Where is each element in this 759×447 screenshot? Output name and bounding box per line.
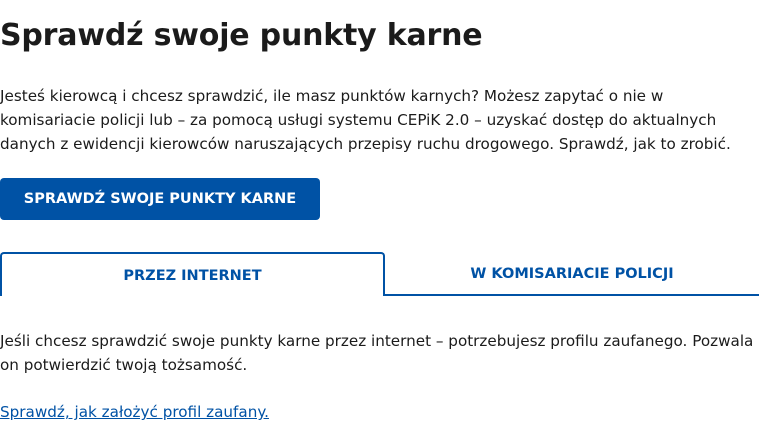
trusted-profile-link[interactable]: Sprawdź, jak założyć profil zaufany.: [0, 400, 269, 424]
check-penalty-points-button[interactable]: SPRAWDŹ SWOJE PUNKTY KARNE: [0, 178, 320, 220]
page-title: Sprawdź swoje punkty karne: [0, 18, 483, 53]
tab-przez-internet[interactable]: PRZEZ INTERNET: [0, 252, 385, 296]
tab-w-komisariacie-policji[interactable]: W KOMISARIACIE POLICJI: [385, 252, 759, 296]
intro-paragraph: Jesteś kierowcą i chcesz sprawdzić, ile …: [0, 87, 731, 153]
tab-list: PRZEZ INTERNET W KOMISARIACIE POLICJI: [0, 252, 759, 296]
tab-panel-text: Jeśli chcesz sprawdzić swoje punkty karn…: [0, 332, 754, 374]
